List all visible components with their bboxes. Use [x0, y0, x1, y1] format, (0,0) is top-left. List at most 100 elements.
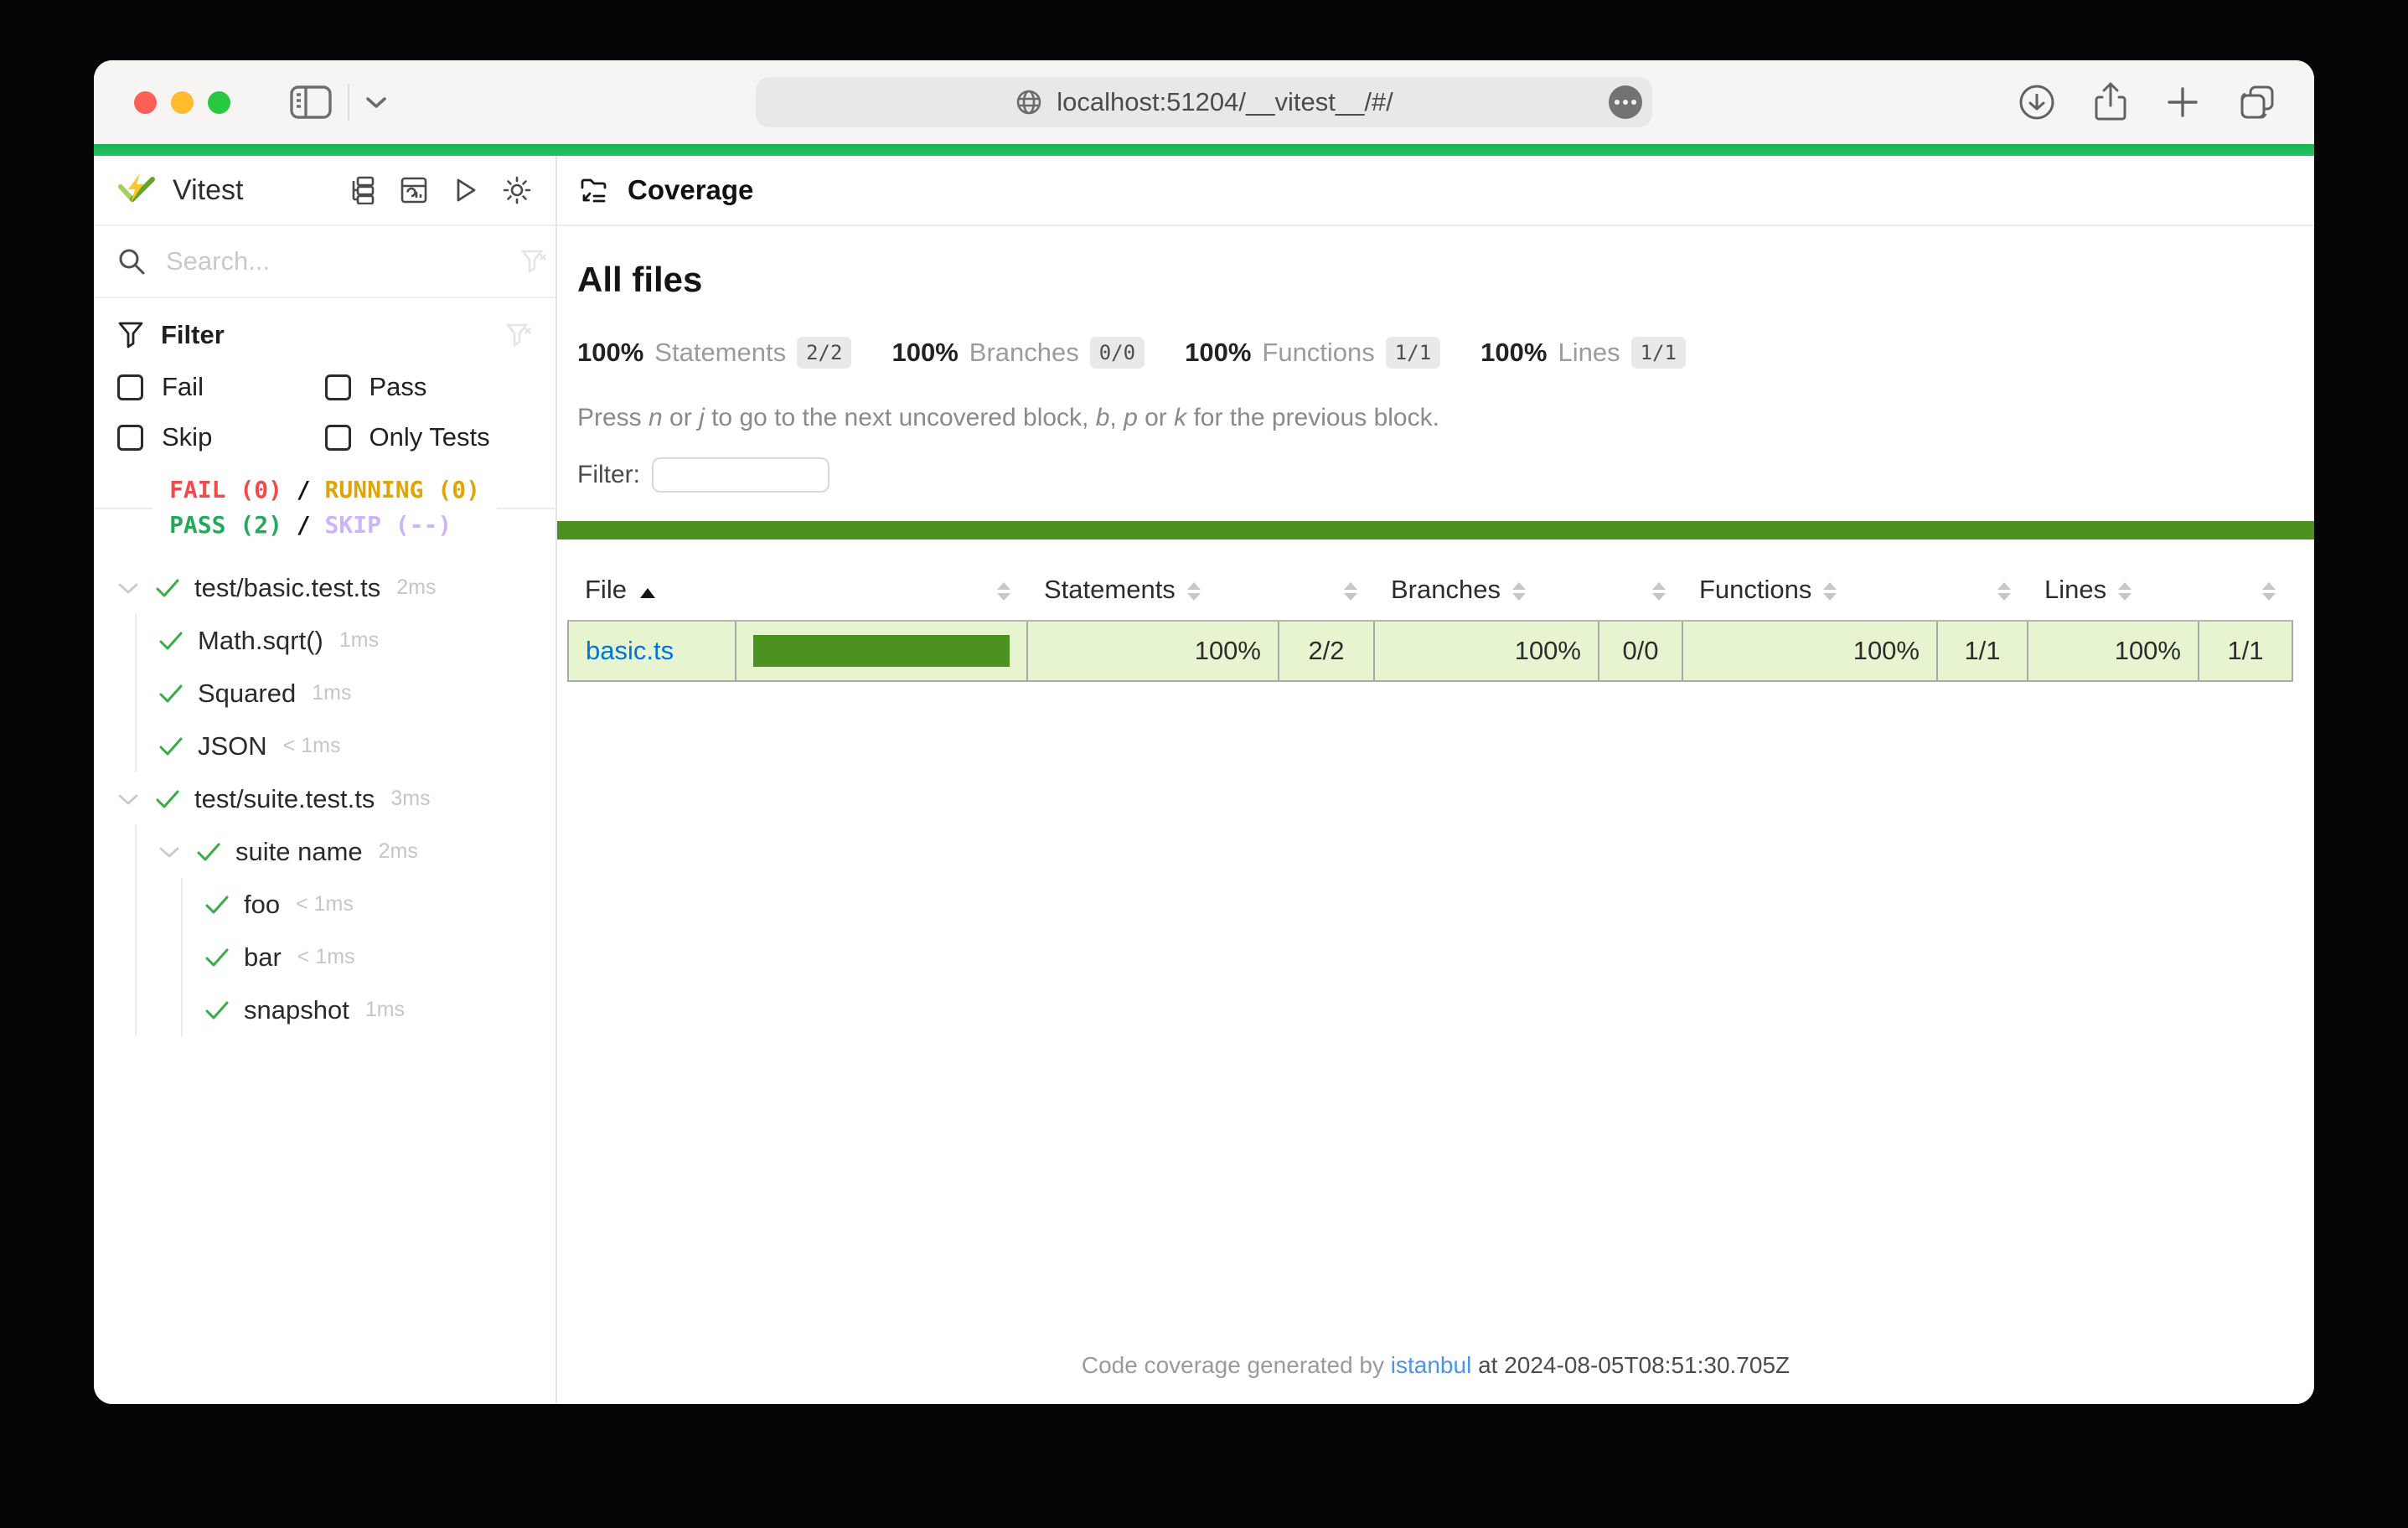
tree-item-suite[interactable]: suite name 2ms — [158, 825, 547, 878]
table-header-row: File Statements Branches — [568, 560, 2292, 621]
file-coverage-bar-cell — [736, 621, 1027, 681]
checkbox-unchecked[interactable] — [325, 374, 351, 400]
filter-checkbox-only-tests[interactable]: Only Tests — [325, 422, 533, 452]
filter-checkbox-fail[interactable]: Fail — [117, 372, 325, 402]
tree-item-basic-test-file[interactable]: test/basic.test.ts 2ms — [117, 561, 547, 614]
test-duration: 1ms — [312, 681, 351, 705]
sidebar-chevron-down-icon[interactable] — [364, 95, 388, 110]
coverage-filter-input[interactable] — [652, 457, 829, 493]
test-duration: < 1ms — [283, 734, 341, 758]
coverage-report-icon[interactable] — [400, 176, 428, 204]
functions-pct-cell: 100% — [1682, 621, 1937, 681]
zoom-window-button[interactable] — [208, 91, 230, 114]
tree-item-test[interactable]: snapshot 1ms — [204, 983, 547, 1036]
run-all-icon[interactable] — [451, 176, 479, 204]
test-tree: test/basic.test.ts 2ms Math.sqrt() 1ms — [94, 556, 555, 1404]
filter-checkbox-pass[interactable]: Pass — [325, 372, 533, 402]
clear-search-filter-icon[interactable] — [520, 248, 547, 275]
checkbox-unchecked[interactable] — [117, 374, 143, 400]
lines-pct-cell: 100% — [2028, 621, 2199, 681]
statements-summary: 100% Statements 2/2 — [577, 337, 851, 369]
coverage-summary: 100% Statements 2/2 100% Branches 0/0 10… — [577, 337, 2294, 369]
chevron-down-icon[interactable] — [158, 840, 182, 864]
sort-icon — [997, 582, 1010, 601]
browser-toolbar: localhost:51204/__vitest__/#/ — [94, 60, 2314, 144]
toggle-sidebar-icon[interactable] — [289, 85, 333, 120]
window-controls — [134, 91, 230, 114]
page-settings-button[interactable] — [1609, 85, 1642, 119]
address-bar[interactable]: localhost:51204/__vitest__/#/ — [756, 77, 1652, 127]
sort-functions-ratio-header[interactable] — [1937, 560, 2028, 621]
clear-filter-icon[interactable] — [505, 322, 532, 348]
downloads-icon[interactable] — [2018, 83, 2056, 121]
check-icon — [155, 576, 180, 601]
chevron-down-icon[interactable] — [117, 787, 141, 811]
sort-file-header[interactable]: File — [568, 560, 736, 621]
browser-window: localhost:51204/__vitest__/#/ — [94, 60, 2314, 1404]
pass-count: PASS (2) — [169, 511, 282, 539]
filter-title: Filter — [161, 320, 225, 350]
file-cell: basic.ts — [568, 621, 736, 681]
check-icon — [204, 945, 230, 970]
filter-checkbox-skip[interactable]: Skip — [117, 422, 325, 452]
sort-functions-header[interactable]: Functions — [1682, 560, 1937, 621]
checkbox-unchecked[interactable] — [117, 425, 143, 451]
functions-summary: 100% Functions 1/1 — [1185, 337, 1440, 369]
coverage-heading: All files — [577, 260, 2294, 300]
sort-branches-ratio-header[interactable] — [1599, 560, 1682, 621]
tree-item-test[interactable]: foo < 1ms — [204, 878, 547, 931]
ratio-badge: 1/1 — [1386, 337, 1440, 369]
tree-item-test[interactable]: Squared 1ms — [158, 667, 547, 720]
statements-ratio-cell: 2/2 — [1279, 621, 1374, 681]
coverage-folder-icon — [579, 176, 609, 204]
sort-statements-ratio-header[interactable] — [1279, 560, 1374, 621]
share-icon[interactable] — [2093, 81, 2128, 123]
sort-branches-header[interactable]: Branches — [1374, 560, 1599, 621]
overall-coverage-bar — [557, 521, 2314, 539]
lines-summary: 100% Lines 1/1 — [1480, 337, 1686, 369]
check-icon — [158, 628, 183, 653]
dashboard-tree-icon[interactable] — [349, 176, 377, 204]
tree-item-test[interactable]: Math.sqrt() 1ms — [158, 614, 547, 667]
tree-item-test[interactable]: JSON < 1ms — [158, 720, 547, 772]
search-input[interactable] — [164, 245, 502, 277]
test-duration: 2ms — [379, 839, 418, 864]
tab-overview-icon[interactable] — [2237, 82, 2277, 122]
lines-ratio-cell: 1/1 — [2199, 621, 2292, 681]
branches-pct-cell: 100% — [1374, 621, 1599, 681]
test-duration: 1ms — [339, 628, 379, 653]
tree-item-test[interactable]: bar < 1ms — [204, 931, 547, 983]
test-duration: 2ms — [396, 576, 436, 600]
sort-icon — [2118, 582, 2132, 601]
minimize-window-button[interactable] — [171, 91, 194, 114]
chevron-down-icon[interactable] — [117, 576, 141, 600]
running-count: RUNNING (0) — [325, 476, 480, 503]
skip-count: SKIP (--) — [325, 511, 452, 539]
test-status-summary: FAIL (0) / RUNNING (0) PASS (2) / SKIP (… — [94, 459, 555, 556]
theme-toggle-sun-icon[interactable] — [502, 175, 532, 205]
sort-icon — [1997, 582, 2011, 601]
checkbox-unchecked[interactable] — [325, 425, 351, 451]
file-link[interactable]: basic.ts — [586, 636, 674, 665]
branches-summary: 100% Branches 0/0 — [891, 337, 1145, 369]
funnel-icon — [117, 321, 144, 349]
test-duration: < 1ms — [296, 892, 354, 916]
tree-item-suite-test-file[interactable]: test/suite.test.ts 3ms — [117, 772, 547, 825]
vitest-sidebar: Vitest — [94, 156, 557, 1404]
filter-section: Filter Fail Pass — [94, 298, 555, 457]
coverage-panel: Coverage All files 100% Statements 2/2 1… — [557, 156, 2314, 1404]
sort-icon — [1187, 582, 1201, 601]
branches-ratio-cell: 0/0 — [1599, 621, 1682, 681]
sort-statements-header[interactable]: Statements — [1027, 560, 1279, 621]
check-icon — [158, 681, 183, 706]
close-window-button[interactable] — [134, 91, 157, 114]
sort-lines-header[interactable]: Lines — [2028, 560, 2199, 621]
app-title: Vitest — [173, 174, 243, 207]
url-text: localhost:51204/__vitest__/#/ — [1057, 87, 1393, 117]
sort-icon — [1652, 582, 1666, 601]
istanbul-link[interactable]: istanbul — [1391, 1352, 1472, 1378]
sort-lines-ratio-header[interactable] — [2199, 560, 2292, 621]
ratio-badge: 0/0 — [1090, 337, 1145, 369]
new-tab-icon[interactable] — [2165, 85, 2200, 120]
sort-bar-header[interactable] — [736, 560, 1027, 621]
